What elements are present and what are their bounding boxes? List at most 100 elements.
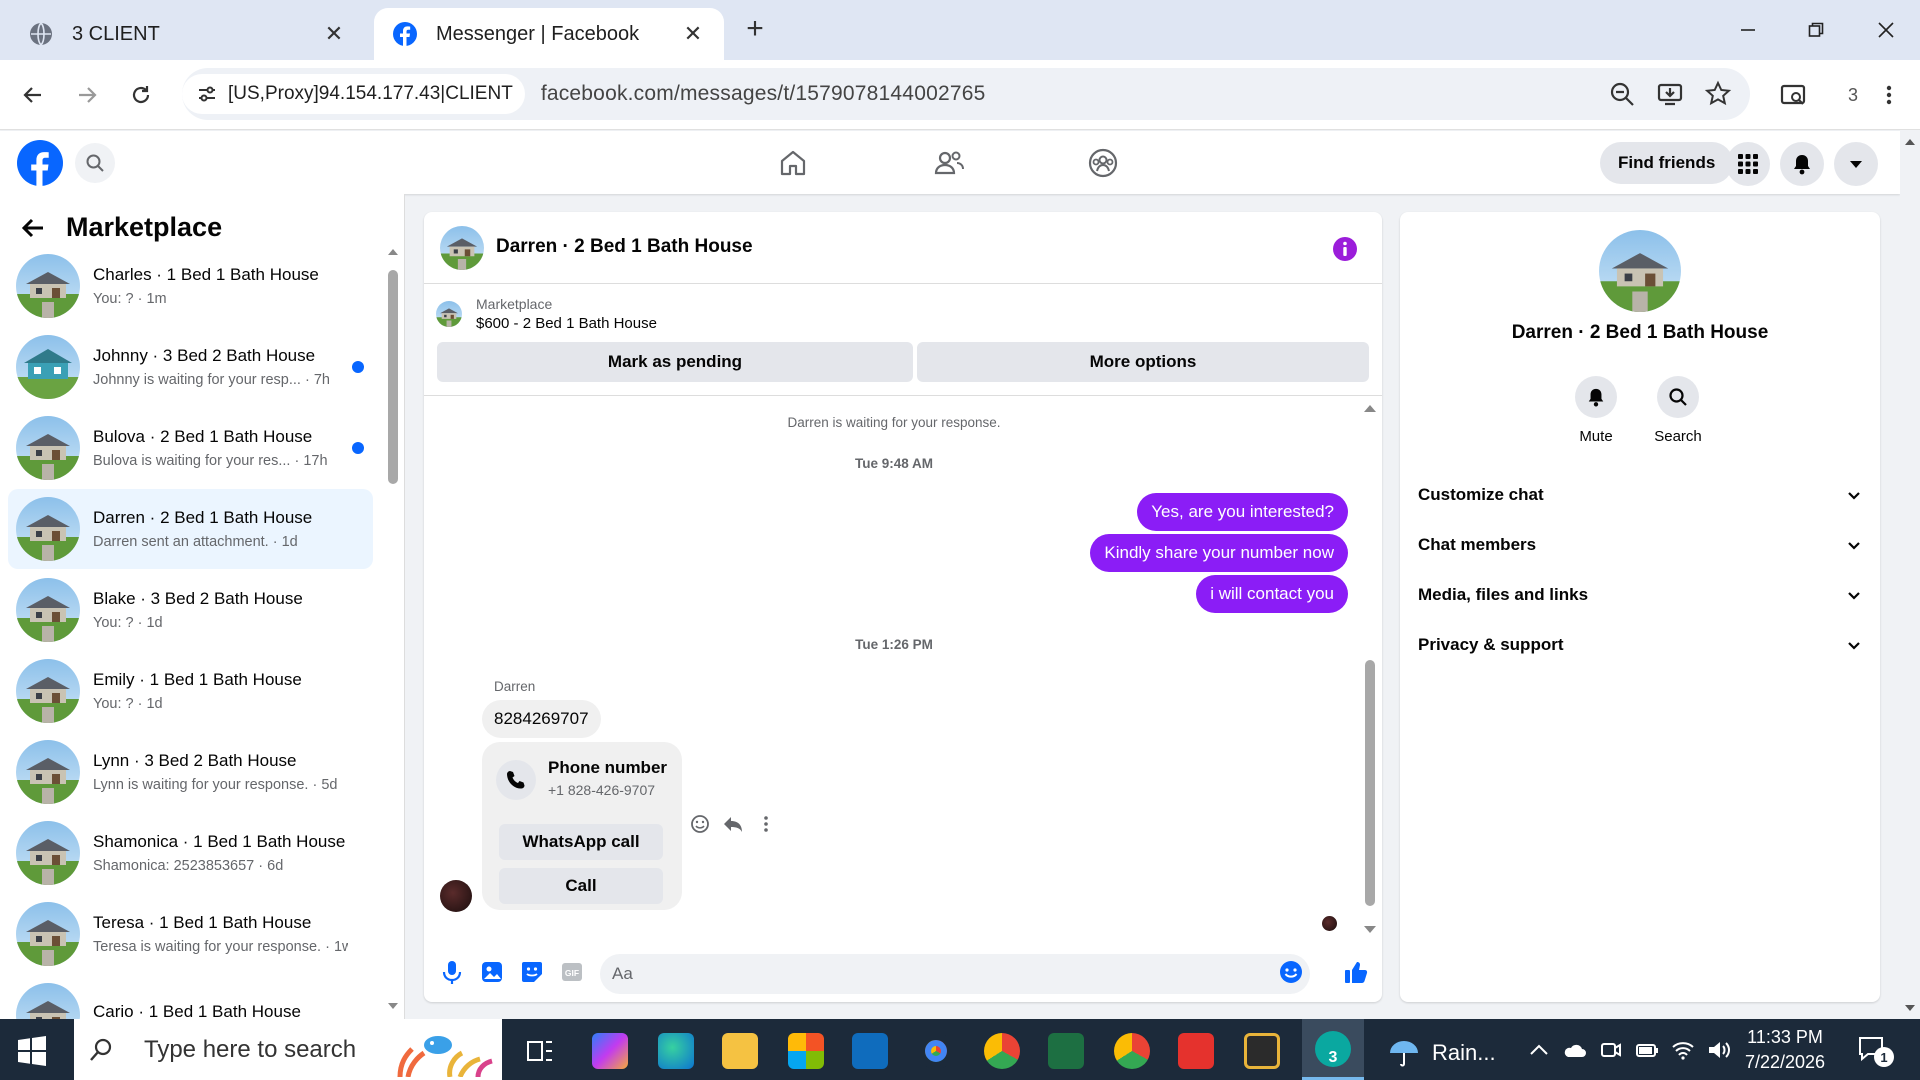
conversation-item[interactable]: Johnny · 3 Bed 2 Bath House Johnny is wai… — [8, 327, 373, 407]
address-bar[interactable]: [US,Proxy]94.154.177.43|CLIENT facebook.… — [182, 68, 1750, 120]
conversation-text: Charles · 1 Bed 1 Bath House You: ? · 1m — [93, 265, 348, 307]
info-icon[interactable] — [1332, 236, 1358, 262]
conversation-item[interactable]: Teresa · 1 Bed 1 Bath House Teresa is wai… — [8, 894, 373, 974]
page-scrollbar[interactable] — [1900, 131, 1920, 1019]
active-app-button[interactable]: 3 — [1302, 1019, 1364, 1080]
search-in-chat-button[interactable]: Search — [1638, 376, 1718, 445]
profile-count[interactable]: 3 — [1836, 78, 1870, 112]
facebook-logo-icon[interactable] — [17, 140, 63, 186]
file-explorer-icon[interactable] — [722, 1033, 758, 1069]
conversation-item[interactable]: Charles · 1 Bed 1 Bath House You: ? · 1m — [8, 246, 373, 326]
find-friends-button[interactable]: Find friends — [1600, 142, 1734, 184]
conversation-item[interactable]: Shamonica · 1 Bed 1 Bath House Shamonica:… — [8, 813, 373, 893]
chevron-up-icon[interactable] — [1526, 1037, 1552, 1063]
outgoing-message[interactable]: i will contact you — [1196, 575, 1348, 613]
outgoing-message[interactable]: Yes, are you interested? — [1137, 493, 1348, 531]
chat-avatar[interactable] — [440, 226, 484, 270]
call-button[interactable]: Call — [499, 868, 663, 904]
groups-icon[interactable] — [1087, 147, 1119, 179]
outlook-icon[interactable] — [852, 1033, 888, 1069]
copilot-icon[interactable] — [592, 1033, 628, 1069]
emoji-react-icon[interactable] — [690, 814, 710, 834]
conversation-list-scrollbar[interactable] — [386, 244, 400, 1014]
reply-icon[interactable] — [722, 814, 744, 834]
chat-title[interactable]: Darren · 2 Bed 1 Bath House — [496, 236, 753, 258]
url-text[interactable]: facebook.com/messages/t/1579078144002765 — [541, 82, 986, 106]
home-icon[interactable] — [777, 147, 809, 179]
conversation-item[interactable]: Emily · 1 Bed 1 Bath House You: ? · 1d — [8, 651, 373, 731]
site-info-chip[interactable]: [US,Proxy]94.154.177.43|CLIENT — [182, 74, 525, 114]
outgoing-message[interactable]: Kindly share your number now — [1090, 534, 1348, 572]
chat-scrollbar[interactable] — [1361, 400, 1379, 940]
microsoft-store-icon[interactable] — [788, 1033, 824, 1069]
avatar[interactable] — [440, 880, 472, 912]
back-arrow-icon[interactable] — [20, 215, 46, 241]
microphone-icon[interactable] — [438, 958, 466, 986]
gif-icon[interactable]: GIF — [558, 958, 586, 986]
chrome-icon[interactable] — [984, 1033, 1020, 1069]
clock-date: 7/22/2026 — [1744, 1052, 1826, 1072]
info-section[interactable]: Privacy & support — [1418, 625, 1862, 665]
conversation-item[interactable]: Lynn · 3 Bed 2 Bath House Lynn is waiting… — [8, 732, 373, 812]
message-input[interactable]: Aa — [600, 954, 1310, 994]
mute-button[interactable]: Mute — [1556, 376, 1636, 445]
info-section[interactable]: Customize chat — [1418, 475, 1862, 515]
more-options-button[interactable]: More options — [917, 342, 1369, 382]
marketplace-listing[interactable]: Marketplace $600 - 2 Bed 1 Bath House — [436, 296, 657, 332]
account-button[interactable] — [1834, 142, 1878, 186]
onedrive-icon[interactable] — [1562, 1037, 1588, 1063]
menu-grid-button[interactable] — [1726, 142, 1770, 186]
whatsapp-call-button[interactable]: WhatsApp call — [499, 824, 663, 860]
volume-icon[interactable] — [1706, 1037, 1732, 1063]
chrome-canary-icon[interactable] — [918, 1033, 954, 1069]
tab-close-button[interactable]: ✕ — [680, 21, 706, 47]
conversation-item[interactable]: Cario · 1 Bed 1 Bath House — [8, 975, 373, 1019]
chrome-profile-icon[interactable] — [1114, 1033, 1150, 1069]
forward-button[interactable] — [70, 78, 104, 112]
conversation-thumbnail — [16, 902, 80, 966]
tab-client[interactable]: 3 CLIENT ✕ — [10, 8, 365, 60]
tab-search-button[interactable] — [1776, 78, 1810, 112]
ixbrowser-icon[interactable] — [1244, 1033, 1280, 1069]
new-tab-button[interactable]: + — [740, 14, 770, 44]
install-app-icon[interactable] — [1656, 80, 1684, 108]
zoom-icon[interactable] — [1608, 80, 1636, 108]
weather-widget[interactable]: Rain... — [1386, 1035, 1496, 1071]
like-icon[interactable] — [1342, 958, 1370, 986]
friends-icon[interactable] — [933, 147, 965, 179]
excel-icon[interactable] — [1048, 1033, 1084, 1069]
tab-close-button[interactable]: ✕ — [321, 21, 347, 47]
tab-messenger[interactable]: Messenger | Facebook ✕ — [374, 8, 724, 60]
meet-now-icon[interactable] — [1598, 1037, 1624, 1063]
battery-icon[interactable] — [1634, 1037, 1660, 1063]
info-section[interactable]: Media, files and links — [1418, 575, 1862, 615]
close-window-button[interactable] — [1866, 12, 1906, 48]
notifications-button[interactable] — [1780, 142, 1824, 186]
emoji-icon[interactable] — [1277, 958, 1305, 986]
back-button[interactable] — [16, 78, 50, 112]
edge-icon[interactable] — [658, 1033, 694, 1069]
restore-button[interactable] — [1796, 12, 1836, 48]
profile-avatar[interactable] — [1599, 230, 1681, 312]
task-view-icon[interactable] — [522, 1033, 558, 1069]
incoming-message[interactable]: 8284269707 — [482, 700, 601, 738]
anydesk-icon[interactable] — [1178, 1033, 1214, 1069]
browser-menu-button[interactable] — [1872, 78, 1906, 112]
notification-center-button[interactable]: 1 — [1856, 1033, 1896, 1069]
mark-pending-button[interactable]: Mark as pending — [437, 342, 913, 382]
facebook-search-button[interactable] — [75, 143, 115, 183]
reload-button[interactable] — [124, 78, 158, 112]
info-section[interactable]: Chat members — [1418, 525, 1862, 565]
taskbar-search[interactable]: Type here to search — [74, 1019, 502, 1080]
sticker-icon[interactable] — [518, 958, 546, 986]
image-icon[interactable] — [478, 958, 506, 986]
conversation-item[interactable]: Blake · 3 Bed 2 Bath House You: ? · 1d — [8, 570, 373, 650]
clock[interactable]: 11:33 PM 7/22/2026 — [1730, 1025, 1840, 1075]
more-vertical-icon[interactable] — [762, 814, 770, 834]
conversation-item[interactable]: Darren · 2 Bed 1 Bath House Darren sent a… — [8, 489, 373, 569]
conversation-item[interactable]: Bulova · 2 Bed 1 Bath House Bulova is wai… — [8, 408, 373, 488]
windows-start-button[interactable] — [16, 1035, 48, 1067]
minimize-button[interactable] — [1728, 12, 1768, 48]
bookmark-star-icon[interactable] — [1704, 80, 1732, 108]
wifi-icon[interactable] — [1670, 1037, 1696, 1063]
